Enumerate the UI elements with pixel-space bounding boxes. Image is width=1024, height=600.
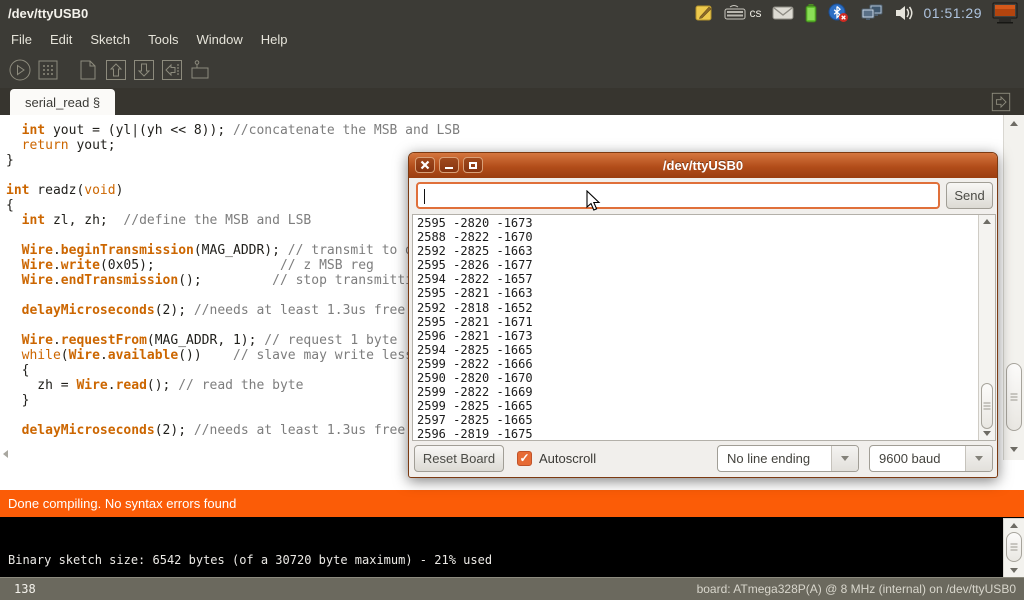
serial-monitor-titlebar[interactable]: /dev/ttyUSB0 bbox=[409, 153, 997, 178]
line-ending-value: No line ending bbox=[727, 451, 810, 466]
scroll-down-icon[interactable] bbox=[983, 431, 991, 436]
menu-bar: File Edit Sketch Tools Window Help bbox=[0, 26, 1024, 52]
screen: /dev/ttyUSB0 cs 01:51:29 File Edit Sketc… bbox=[0, 0, 1024, 600]
maximize-icon[interactable] bbox=[463, 157, 483, 173]
send-button-label: Send bbox=[954, 188, 984, 203]
menu-edit[interactable]: Edit bbox=[41, 28, 81, 51]
hscroll-left-icon[interactable] bbox=[3, 450, 8, 458]
serial-input-field[interactable] bbox=[416, 182, 940, 209]
open-sketch-button[interactable] bbox=[104, 58, 128, 82]
close-icon[interactable] bbox=[415, 157, 435, 173]
send-button[interactable]: Send bbox=[946, 182, 993, 209]
scroll-down-icon[interactable] bbox=[1010, 447, 1018, 452]
ide-toolbar bbox=[0, 52, 1024, 88]
console-scrollbar[interactable] bbox=[1003, 518, 1024, 577]
menu-window[interactable]: Window bbox=[187, 28, 251, 51]
scroll-up-icon[interactable] bbox=[1010, 121, 1018, 126]
autoscroll-label: Autoscroll bbox=[539, 451, 596, 466]
verify-button[interactable] bbox=[8, 58, 32, 82]
serial-scrollbar-thumb[interactable] bbox=[981, 383, 993, 429]
scroll-down-icon[interactable] bbox=[1010, 568, 1018, 573]
build-console: Binary sketch size: 6542 bytes (of a 307… bbox=[0, 517, 1024, 577]
menu-help[interactable]: Help bbox=[252, 28, 297, 51]
line-ending-dropdown[interactable]: No line ending bbox=[717, 445, 859, 472]
upload-button[interactable] bbox=[160, 58, 184, 82]
session-monitor-icon[interactable] bbox=[992, 2, 1018, 24]
clock[interactable]: 01:51:29 bbox=[924, 5, 983, 21]
serial-output-box[interactable]: 2595 -2820 -1673 2588 -2822 -1670 2592 -… bbox=[412, 214, 996, 441]
reset-board-button[interactable]: Reset Board bbox=[414, 445, 504, 472]
minimize-icon[interactable] bbox=[439, 157, 459, 173]
serial-monitor-window: /dev/ttyUSB0 Send 2595 -2820 -1673 2588 … bbox=[408, 152, 998, 478]
tab-label: serial_read § bbox=[25, 95, 100, 110]
serial-output: 2595 -2820 -1673 2588 -2822 -1670 2592 -… bbox=[417, 216, 533, 442]
system-tray: cs 01:51:29 bbox=[694, 2, 1024, 24]
checkmark-icon: ✓ bbox=[519, 451, 529, 465]
tab-bar: serial_read § bbox=[0, 88, 1024, 115]
autoscroll-checkbox[interactable]: ✓ bbox=[517, 451, 532, 466]
active-window-title: /dev/ttyUSB0 bbox=[0, 6, 88, 21]
serial-monitor-controls: Reset Board ✓ Autoscroll No line ending … bbox=[409, 445, 997, 479]
chevron-down-icon[interactable] bbox=[831, 446, 858, 471]
notes-icon[interactable] bbox=[694, 3, 714, 23]
baud-rate-value: 9600 baud bbox=[879, 451, 940, 466]
bluetooth-icon[interactable] bbox=[828, 3, 850, 23]
menu-tools[interactable]: Tools bbox=[139, 28, 187, 51]
keyboard-icon[interactable] bbox=[724, 3, 746, 23]
desktop-top-bar: /dev/ttyUSB0 cs 01:51:29 bbox=[0, 0, 1024, 26]
mail-icon[interactable] bbox=[772, 5, 794, 21]
build-console-text: Binary sketch size: 6542 bytes (of a 307… bbox=[8, 553, 492, 567]
scroll-up-icon[interactable] bbox=[1010, 523, 1018, 528]
console-scrollbar-thumb[interactable] bbox=[1006, 532, 1022, 562]
editor-scrollbar-thumb[interactable] bbox=[1006, 363, 1022, 431]
window-buttons bbox=[415, 157, 483, 173]
editor-scrollbar[interactable] bbox=[1003, 115, 1024, 460]
text-caret bbox=[424, 189, 425, 204]
volume-icon[interactable] bbox=[894, 3, 914, 23]
ide-footer: 138 board: ATmega328P(A) @ 8 MHz (intern… bbox=[0, 577, 1024, 600]
menu-file[interactable]: File bbox=[2, 28, 41, 51]
keyboard-layout-indicator[interactable]: cs bbox=[750, 6, 762, 20]
tab-serial-read[interactable]: serial_read § bbox=[10, 89, 115, 115]
battery-icon[interactable] bbox=[804, 3, 818, 23]
board-info: board: ATmega328P(A) @ 8 MHz (internal) … bbox=[697, 582, 1024, 596]
baud-rate-dropdown[interactable]: 9600 baud bbox=[869, 445, 993, 472]
reset-board-label: Reset Board bbox=[423, 451, 495, 466]
new-sketch-button[interactable] bbox=[76, 58, 100, 82]
save-sketch-button[interactable] bbox=[132, 58, 156, 82]
serial-monitor-title: /dev/ttyUSB0 bbox=[409, 158, 997, 173]
scroll-up-icon[interactable] bbox=[983, 219, 991, 224]
compile-status-bar: Done compiling. No syntax errors found bbox=[0, 490, 1024, 517]
tab-menu-button[interactable] bbox=[990, 91, 1012, 113]
serial-output-scrollbar[interactable] bbox=[978, 215, 995, 440]
network-icon[interactable] bbox=[860, 3, 884, 23]
chevron-down-icon[interactable] bbox=[965, 446, 992, 471]
mouse-cursor bbox=[586, 190, 602, 217]
line-number-indicator: 138 bbox=[0, 582, 36, 596]
menu-sketch[interactable]: Sketch bbox=[81, 28, 139, 51]
compile-status-message: Done compiling. No syntax errors found bbox=[0, 496, 236, 511]
stop-button[interactable] bbox=[36, 58, 60, 82]
serial-monitor-button[interactable] bbox=[188, 58, 212, 82]
